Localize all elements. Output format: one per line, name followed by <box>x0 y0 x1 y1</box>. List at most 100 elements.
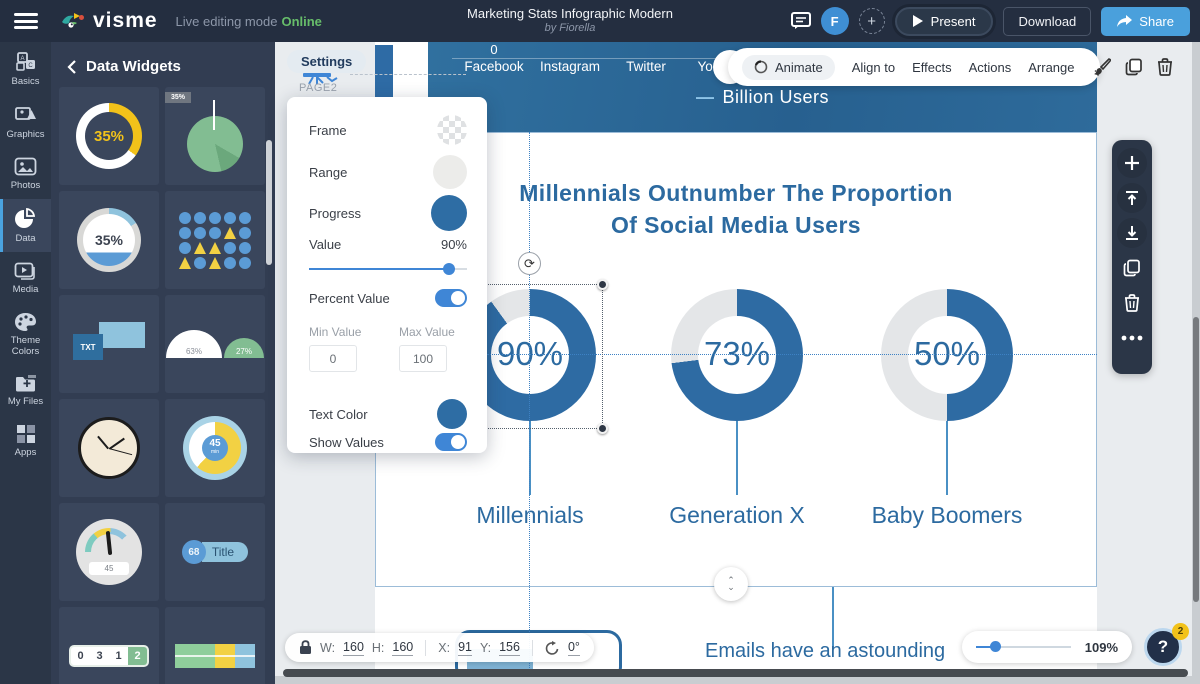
value-slider[interactable] <box>309 263 467 275</box>
donut-chart-baby-boomers[interactable]: 50% <box>881 289 1013 421</box>
duplicate-icon[interactable] <box>1125 58 1143 76</box>
back-chevron-icon[interactable] <box>67 60 76 74</box>
zoom-slider-knob[interactable] <box>990 641 1001 652</box>
more-options-button[interactable] <box>1117 323 1147 353</box>
gauge-thumb: 45 <box>76 519 142 585</box>
brush-icon[interactable] <box>1093 58 1111 76</box>
duplicate-element-button[interactable] <box>1117 253 1147 283</box>
max-value-input[interactable]: 100 <box>399 345 447 372</box>
height-field[interactable]: 160 <box>392 640 413 656</box>
percent-value-label: Percent Value <box>309 291 390 306</box>
svg-text:C: C <box>28 63 33 69</box>
add-collaborator-button[interactable]: + <box>859 8 885 34</box>
trash-icon[interactable] <box>1157 58 1173 76</box>
data-widgets-panel: Data Widgets 35% 35% 35% TXT <box>51 42 275 684</box>
caption-dash: — <box>696 87 715 107</box>
visme-logo[interactable]: visme <box>60 9 158 33</box>
visme-logo-icon <box>60 10 86 32</box>
document-title[interactable]: Marketing Stats Infographic Modern <box>400 6 740 21</box>
arrange-button[interactable]: Arrange <box>1028 60 1074 75</box>
add-button[interactable] <box>1117 148 1147 178</box>
rotate-icon[interactable] <box>545 641 560 655</box>
sidebar-item-media[interactable]: Media <box>0 252 51 303</box>
show-values-toggle[interactable] <box>435 433 467 451</box>
selection-handle-tr[interactable] <box>597 279 608 290</box>
panel-title: Data Widgets <box>86 58 181 75</box>
settings-tab[interactable]: Settings <box>287 50 366 73</box>
horizontal-scrollbar-track[interactable] <box>275 676 1200 684</box>
vertical-scrollbar-thumb[interactable] <box>1193 317 1199 602</box>
user-avatar[interactable]: F <box>821 7 849 35</box>
min-value-label: Min Value <box>309 325 361 339</box>
rotate-handle[interactable]: ⟳ <box>518 252 541 275</box>
align-to-button[interactable]: Align to <box>852 60 895 75</box>
widget-timer[interactable]: 45min <box>165 399 265 497</box>
position-size-bar: W:160 H:160 X:91 Y:156 0° <box>285 633 594 662</box>
widget-text-bar[interactable]: TXT <box>59 295 159 393</box>
category-twitter: Twitter <box>608 59 684 74</box>
widget-pie-flag[interactable]: 35% <box>165 87 265 185</box>
widget-liquid-circle[interactable]: 35% <box>59 191 159 289</box>
billion-users-caption[interactable]: —Billion Users <box>696 87 829 108</box>
donut-chart-generation-x[interactable]: 73% <box>671 289 803 421</box>
zoom-slider[interactable] <box>976 646 1071 648</box>
sidebar-item-apps[interactable]: Apps <box>0 415 51 466</box>
widget-counter[interactable]: 0312 <box>59 607 159 684</box>
selection-handle-br[interactable] <box>597 423 608 434</box>
frame-swatch[interactable] <box>437 115 467 145</box>
play-icon <box>913 15 923 27</box>
download-button[interactable]: Download <box>1003 7 1091 36</box>
present-button[interactable]: Present <box>895 7 994 36</box>
palette-icon <box>14 312 37 332</box>
panel-scrollbar[interactable] <box>266 140 272 265</box>
badge-thumb: 68Title <box>182 540 248 564</box>
animate-button[interactable]: Animate <box>742 55 835 80</box>
value-slider-knob[interactable] <box>443 263 455 275</box>
width-field[interactable]: 160 <box>343 640 364 656</box>
min-value-input[interactable]: 0 <box>309 345 357 372</box>
y-field[interactable]: 156 <box>499 640 520 656</box>
sidebar-item-theme-colors[interactable]: Theme Colors <box>0 303 51 365</box>
widget-dot-matrix[interactable] <box>165 191 265 289</box>
photos-icon <box>14 157 37 177</box>
widget-clock[interactable] <box>59 399 159 497</box>
sidebar-item-data[interactable]: Data <box>0 199 51 252</box>
share-button[interactable]: Share <box>1101 7 1190 36</box>
range-color-swatch[interactable] <box>433 155 467 189</box>
comments-icon[interactable] <box>791 12 811 30</box>
effects-button[interactable]: Effects <box>912 60 952 75</box>
delete-element-button[interactable] <box>1117 288 1147 318</box>
sidebar-item-basics[interactable]: AC Basics <box>0 42 51 95</box>
rotation-field[interactable]: 0° <box>568 640 580 656</box>
widget-donut-progress[interactable]: 35% <box>59 87 159 185</box>
send-backward-button[interactable] <box>1117 218 1147 248</box>
label-baby-boomers[interactable]: Baby Boomers <box>837 502 1057 529</box>
folder-icon <box>14 374 37 393</box>
lock-icon[interactable] <box>299 640 312 655</box>
hamburger-menu-icon[interactable] <box>14 13 38 29</box>
clock-thumb <box>78 417 140 479</box>
x-field[interactable]: 91 <box>458 640 472 656</box>
sidebar-item-photos[interactable]: Photos <box>0 148 51 199</box>
axis-zero-label: 0 <box>456 42 532 57</box>
progress-color-swatch[interactable] <box>431 195 467 231</box>
label-millennials[interactable]: Millennials <box>420 502 640 529</box>
widget-gauge[interactable]: 45 <box>59 503 159 601</box>
percent-value-toggle[interactable] <box>435 289 467 307</box>
counter-thumb: 0312 <box>69 645 149 667</box>
sidebar-item-my-files[interactable]: My Files <box>0 365 51 415</box>
text-color-swatch[interactable] <box>437 399 467 429</box>
widget-segment-bar[interactable] <box>165 607 265 684</box>
document-author: by Fiorella <box>400 22 740 34</box>
bring-forward-button[interactable] <box>1117 183 1147 213</box>
label-generation-x[interactable]: Generation X <box>627 502 847 529</box>
widget-number-badge[interactable]: 68Title <box>165 503 265 601</box>
settings-popup: Frame Range Progress Value90% Percent Va… <box>287 97 487 453</box>
section-resize-handle[interactable]: ⌃⌄ <box>714 567 748 601</box>
page-label[interactable]: PAGE2 <box>299 82 337 94</box>
horizontal-scrollbar-thumb[interactable] <box>283 669 1188 677</box>
sidebar-item-graphics[interactable]: Graphics <box>0 95 51 148</box>
widget-half-donuts[interactable]: 63% 27% <box>165 295 265 393</box>
actions-button[interactable]: Actions <box>969 60 1012 75</box>
page-edge-strip <box>375 45 393 97</box>
